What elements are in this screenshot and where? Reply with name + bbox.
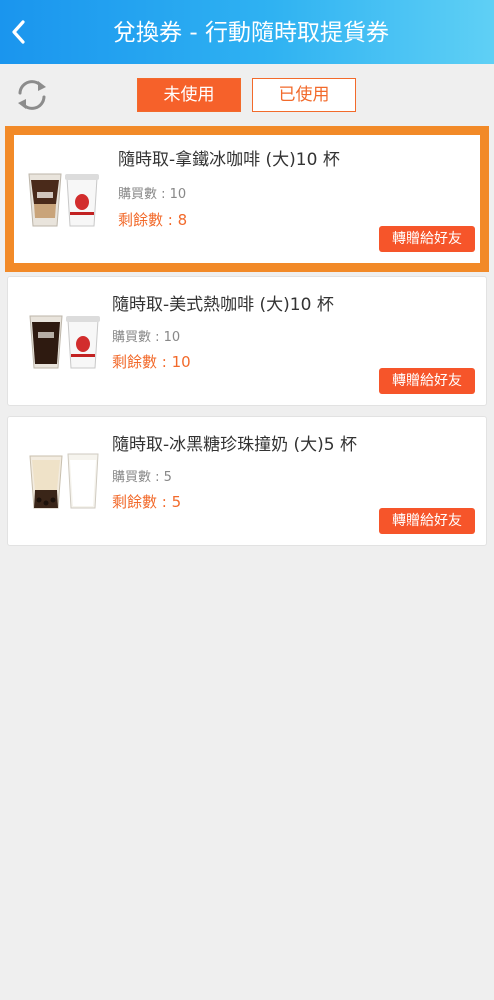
iced-latte-image — [28, 173, 99, 227]
bought-count: 購買數 : 10 — [118, 187, 187, 202]
voucher-card-americano[interactable]: 隨時取-美式熱咖啡 (大)10 杯 購買數 : 10 剩餘數 : 10 轉贈給好… — [7, 276, 487, 406]
gift-to-friend-button[interactable]: 轉贈給好友 — [379, 226, 475, 252]
gift-to-friend-button[interactable]: 轉贈給好友 — [379, 508, 475, 534]
remaining-count: 剩餘數 : 8 — [118, 211, 188, 229]
bought-count: 購買數 : 5 — [112, 470, 172, 485]
page-title: 兌換券 - 行動隨時取提貨券 — [113, 20, 389, 46]
tab-unused[interactable]: 未使用 — [137, 78, 241, 112]
gift-to-friend-button[interactable]: 轉贈給好友 — [379, 368, 475, 394]
americano-image — [29, 315, 100, 369]
refresh-button[interactable] — [13, 76, 51, 114]
header-bar: 兌換券 - 行動隨時取提貨券 — [0, 0, 494, 64]
voucher-name: 隨時取-冰黑糖珍珠撞奶 (大)5 杯 — [112, 435, 358, 455]
tab-used[interactable]: 已使用 — [252, 78, 356, 112]
voucher-name: 隨時取-拿鐵冰咖啡 (大)10 杯 — [118, 150, 340, 170]
bought-count: 購買數 : 10 — [112, 330, 181, 345]
voucher-name: 隨時取-美式熱咖啡 (大)10 杯 — [112, 295, 334, 315]
bubble-milk-image — [29, 453, 99, 509]
voucher-card-bubble-milk[interactable]: 隨時取-冰黑糖珍珠撞奶 (大)5 杯 購買數 : 5 剩餘數 : 5 轉贈給好友 — [7, 416, 487, 546]
voucher-card-latte[interactable]: 隨時取-拿鐵冰咖啡 (大)10 杯 購買數 : 10 剩餘數 : 8 轉贈給好友 — [5, 126, 489, 272]
remaining-count: 剩餘數 : 5 — [112, 493, 182, 511]
remaining-count: 剩餘數 : 10 — [112, 353, 191, 371]
refresh-icon — [18, 80, 46, 110]
